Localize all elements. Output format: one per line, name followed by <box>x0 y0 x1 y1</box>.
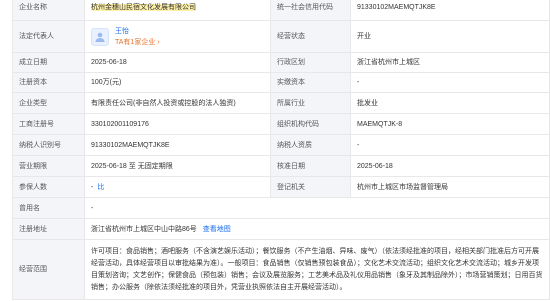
value-region: 浙江省杭州市上城区 <box>350 52 550 73</box>
label-taxpayer-id: 纳税人识别号 <box>12 134 85 156</box>
row-address: 注册地址 浙江省杭州市上城区中山中路86号 查看地图 <box>12 218 550 240</box>
label-region: 行政区划 <box>270 52 351 73</box>
company-name-text[interactable]: 杭州金穗山民宿文化发展有限公司 <box>91 4 196 11</box>
value-credit-code[interactable]: 91330102MAEMQTJK8E <box>350 0 550 21</box>
label-reg-no: 工商注册号 <box>12 113 85 135</box>
label-company-name: 企业名称 <box>12 0 85 21</box>
label-taxpayer-qual: 纳税人资质 <box>270 134 351 156</box>
view-map-link[interactable]: 查看地图 <box>203 226 231 233</box>
label-legal-rep: 法定代表人 <box>12 20 85 53</box>
label-insured: 参保人数 <box>12 176 85 198</box>
label-paid-capital: 实缴资本 <box>270 72 351 93</box>
label-former-name: 曾用名 <box>12 197 85 219</box>
insured-count: - <box>91 183 94 191</box>
value-taxpayer-qual: - <box>350 134 550 156</box>
value-legal-rep: 王怡 TA有1家企业 › <box>84 20 271 53</box>
value-paid-capital: - <box>350 72 550 93</box>
value-scope: 许可项目：食品销售；酒吧服务（不含演艺娱乐活动）；餐饮服务（不产生油烟、异味、废… <box>84 239 550 300</box>
legal-rep-companies-text: TA有1家企业 <box>115 38 156 46</box>
label-scope: 经营范围 <box>12 239 85 300</box>
label-company-type: 企业类型 <box>12 92 85 114</box>
value-reg-capital: 100万(元) <box>84 72 271 93</box>
label-credit-code: 统一社会信用代码 <box>270 0 351 21</box>
value-authority: 杭州市上城区市场监督管理局 <box>350 176 550 198</box>
row-company-name: 企业名称 杭州金穗山民宿文化发展有限公司 统一社会信用代码 91330102MA… <box>12 0 550 21</box>
value-taxpayer-id[interactable]: 91330102MAEMQTJK8E <box>84 134 271 156</box>
label-founded: 成立日期 <box>12 52 85 73</box>
value-industry: 批发业 <box>350 92 550 114</box>
value-founded: 2025-06-18 <box>84 52 271 73</box>
value-company-type: 有限责任公司(非自然人投资或控股的法人独资) <box>84 92 271 114</box>
value-insured: -比 <box>84 176 271 198</box>
value-company-name[interactable]: 杭州金穗山民宿文化发展有限公司 <box>84 0 271 21</box>
address-text[interactable]: 浙江省杭州市上城区中山中路86号 <box>91 226 197 233</box>
value-address: 浙江省杭州市上城区中山中路86号 查看地图 <box>84 218 550 240</box>
legal-rep-companies-link[interactable]: TA有1家企业 › <box>115 38 160 47</box>
value-status: 开业 <box>350 20 550 53</box>
row-reg-no: 工商注册号 330102001109176 组织机构代码 MAEMQTJK-8 <box>12 113 550 135</box>
row-taxpayer: 纳税人识别号 91330102MAEMQTJK8E 纳税人资质 - <box>12 134 550 156</box>
row-former-name: 曾用名 - <box>12 197 550 219</box>
person-avatar-icon[interactable] <box>91 27 109 46</box>
label-reg-capital: 注册资本 <box>12 72 85 93</box>
label-approval-date: 核准日期 <box>270 155 351 177</box>
value-approval-date: 2025-06-18 <box>350 155 550 177</box>
value-org-code[interactable]: MAEMQTJK-8 <box>350 113 550 135</box>
value-term: 2025-06-18 至 无固定期限 <box>84 155 271 177</box>
company-info-panel: 企业名称 杭州金穗山民宿文化发展有限公司 统一社会信用代码 91330102MA… <box>0 0 550 301</box>
row-term: 营业期限 2025-06-18 至 无固定期限 核准日期 2025-06-18 <box>12 155 550 177</box>
label-term: 营业期限 <box>12 155 85 177</box>
label-industry: 所属行业 <box>270 92 351 114</box>
row-type: 企业类型 有限责任公司(非自然人投资或控股的法人独资) 所属行业 批发业 <box>12 92 550 114</box>
label-status: 经营状态 <box>270 20 351 53</box>
label-address: 注册地址 <box>12 218 85 240</box>
row-legal-rep: 法定代表人 王怡 TA有1家企业 › 经营状态 开业 <box>12 20 550 53</box>
row-founded: 成立日期 2025-06-18 行政区划 浙江省杭州市上城区 <box>12 52 550 73</box>
legal-rep-name-link[interactable]: 王怡 <box>115 27 160 36</box>
row-insured: 参保人数 -比 登记机关 杭州市上城区市场监督管理局 <box>12 176 550 198</box>
label-authority: 登记机关 <box>270 176 351 198</box>
row-scope: 经营范围 许可项目：食品销售；酒吧服务（不含演艺娱乐活动）；餐饮服务（不产生油烟… <box>12 239 550 300</box>
value-former-name: - <box>84 197 550 219</box>
company-info-table: 企业名称 杭州金穗山民宿文化发展有限公司 统一社会信用代码 91330102MA… <box>12 0 550 300</box>
insured-trend-link[interactable]: 比 <box>97 184 104 191</box>
value-reg-no[interactable]: 330102001109176 <box>84 113 271 135</box>
label-org-code: 组织机构代码 <box>270 113 351 135</box>
row-capital: 注册资本 100万(元) 实缴资本 - <box>12 72 550 93</box>
chevron-right-icon: › <box>157 38 160 46</box>
